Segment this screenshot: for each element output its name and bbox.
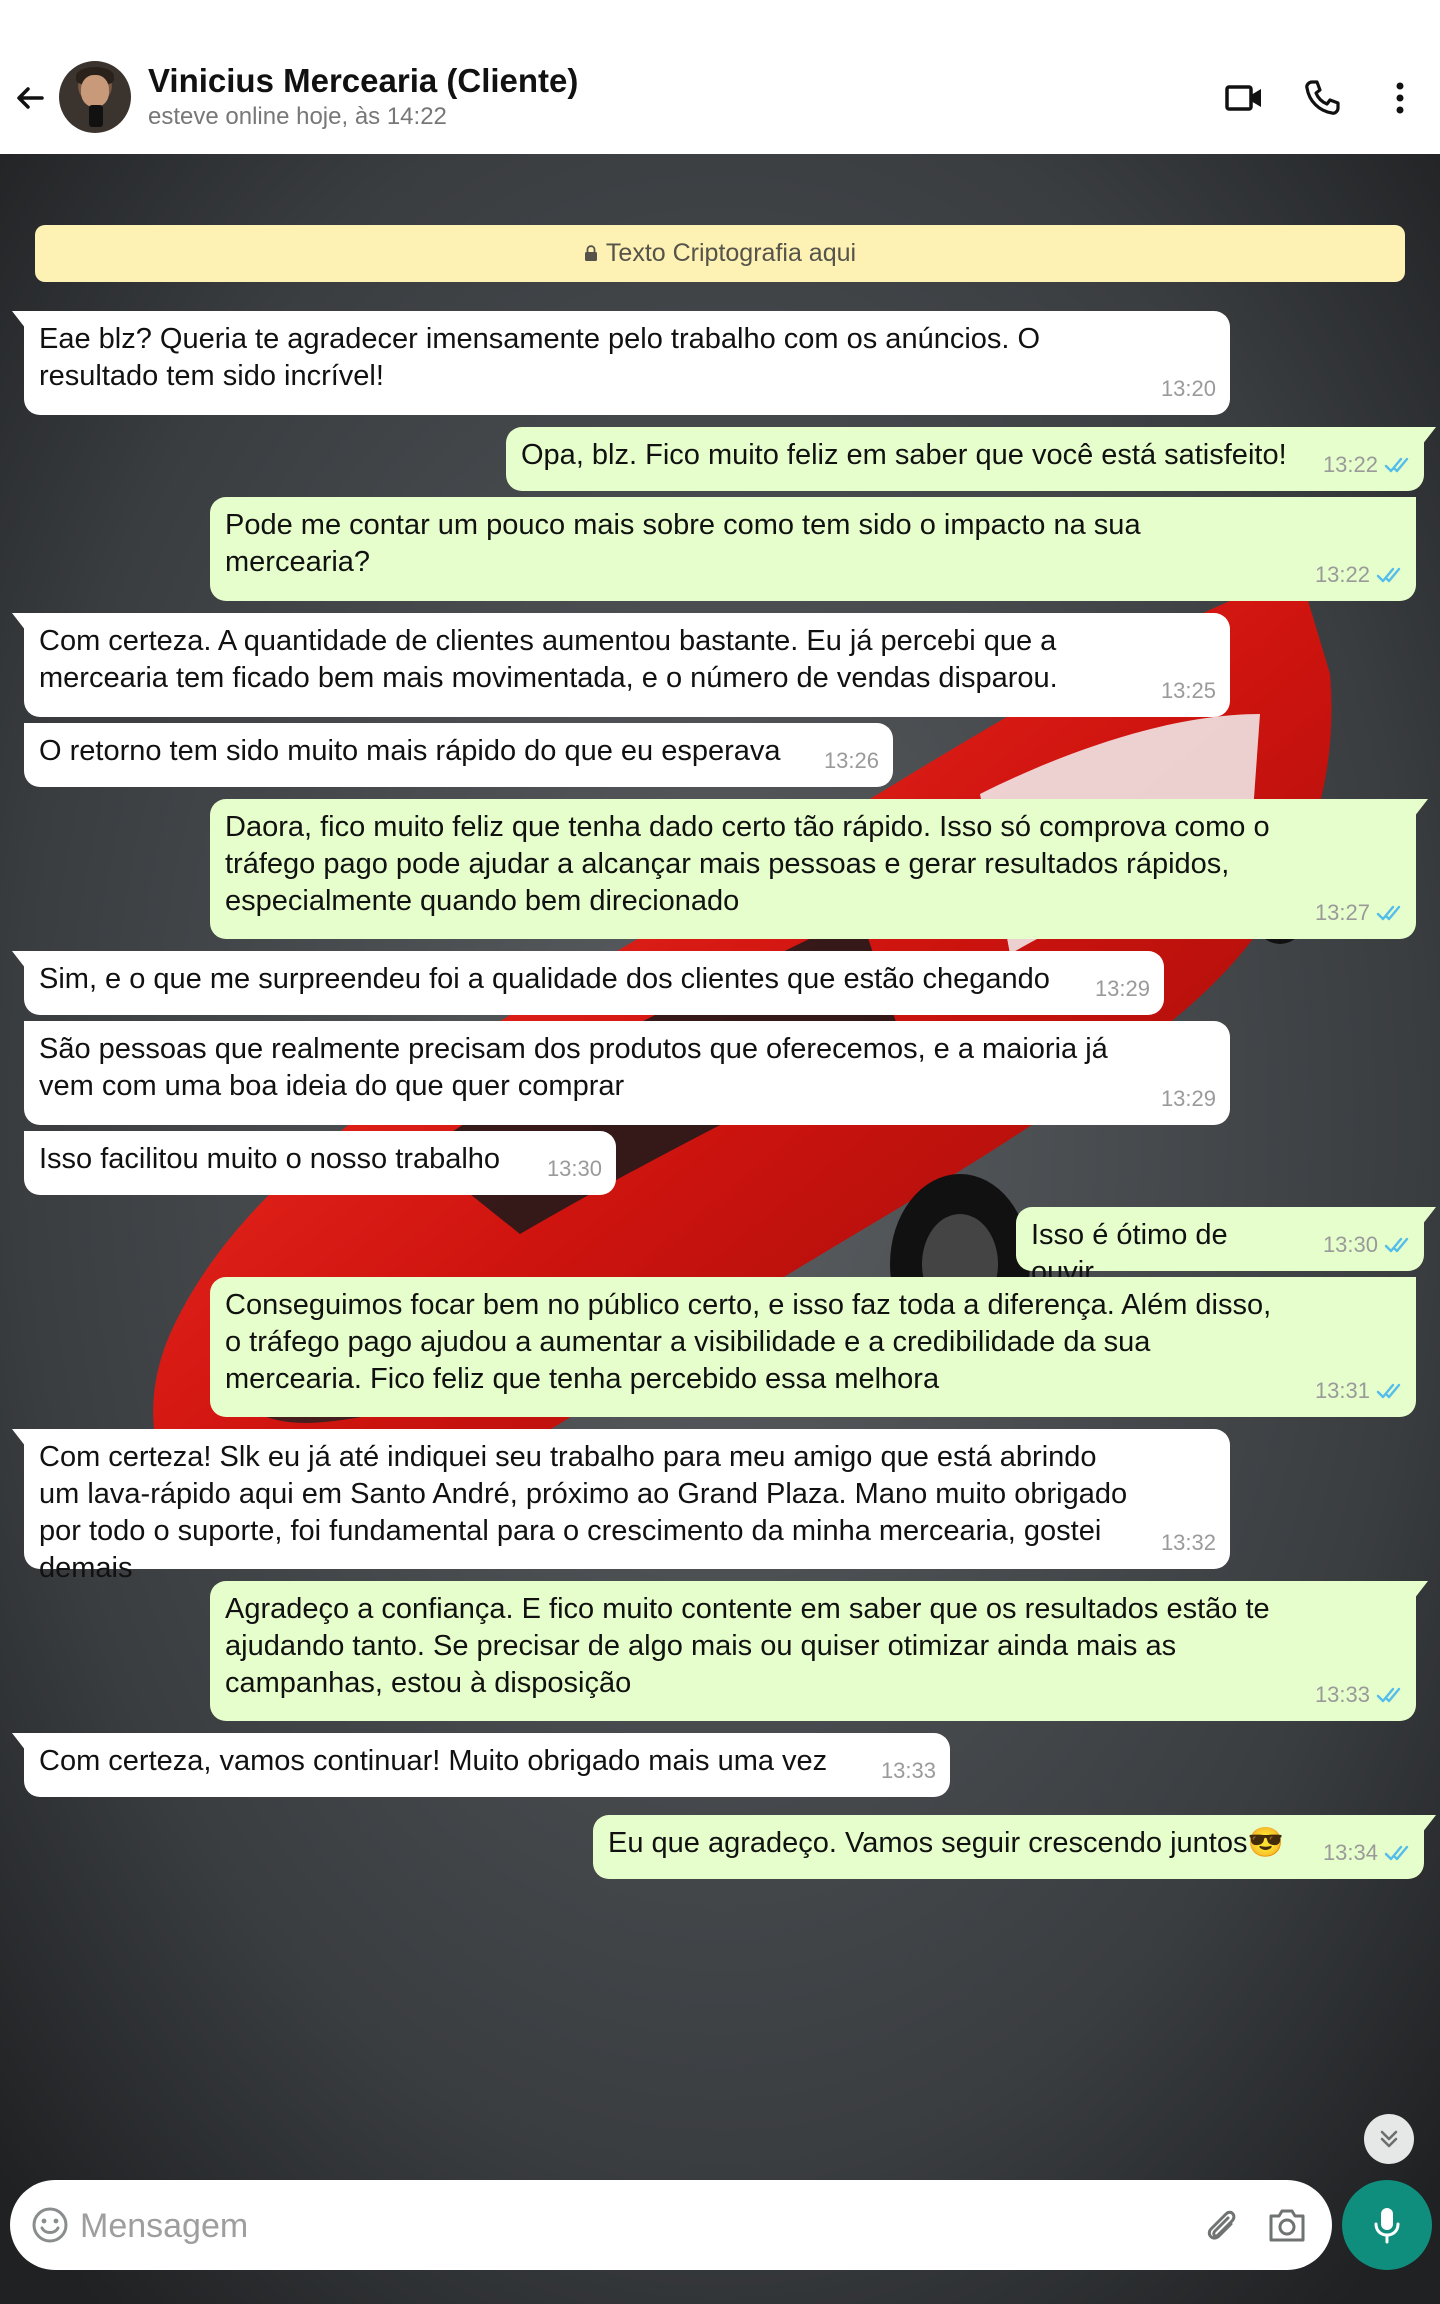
message-time: 13:30 (546, 1156, 602, 1181)
message-incoming[interactable]: Com certeza. A quantidade de clientes au… (12, 613, 1230, 717)
message-text: Conseguimos focar bem no público certo, … (225, 1289, 1272, 1395)
message-incoming[interactable]: O retorno tem sido muito mais rápido do … (24, 723, 893, 787)
message-text: Com certeza, vamos continuar! Muito obri… (39, 1745, 828, 1777)
double-chevron-down-icon (1380, 2130, 1398, 2148)
message-composer (10, 2180, 1332, 2270)
mic-icon (1374, 2208, 1400, 2244)
message-incoming[interactable]: Com certeza! Slk eu já até indiquei seu … (12, 1429, 1230, 1584)
message-text: Com certeza. A quantidade de clientes au… (39, 625, 1058, 694)
video-call-icon[interactable] (1222, 76, 1266, 120)
message-outgoing[interactable]: Pode me contar um pouco mais sobre como … (210, 497, 1416, 601)
message-text: Isso facilitou muito o nosso trabalho (39, 1143, 501, 1175)
message-time: 13:22 (1322, 452, 1378, 477)
message-incoming[interactable]: São pessoas que realmente precisam dos p… (24, 1021, 1230, 1125)
camera-icon[interactable] (1265, 2204, 1309, 2246)
message-text: São pessoas que realmente precisam dos p… (39, 1033, 1108, 1102)
message-text: Sim, e o que me surpreendeu foi a qualid… (39, 963, 1050, 995)
scroll-to-bottom-button[interactable] (1364, 2114, 1414, 2164)
message-time: 13:20 (1160, 376, 1216, 401)
message-text: Com certeza! Slk eu já até indiquei seu … (39, 1441, 1128, 1584)
message-time: 13:22 (1314, 562, 1370, 587)
message-text: Eu que agradeço. Vamos seguir crescendo … (608, 1827, 1284, 1859)
message-time: 13:26 (823, 748, 879, 773)
contact-name[interactable]: Vinicius Mercearia (Cliente) (148, 62, 578, 100)
message-time: 13:33 (1314, 1682, 1370, 1707)
message-incoming[interactable]: Com certeza, vamos continuar! Muito obri… (12, 1733, 950, 1797)
message-input[interactable] (78, 2194, 1162, 2258)
message-text: Pode me contar um pouco mais sobre como … (225, 509, 1141, 578)
contact-avatar[interactable] (59, 61, 131, 133)
message-text: Eae blz? Queria te agradecer imensamente… (39, 323, 1041, 392)
encryption-notice[interactable]: Texto Criptografia aqui (35, 225, 1405, 282)
more-options-icon[interactable] (1378, 76, 1422, 120)
message-incoming[interactable]: Eae blz? Queria te agradecer imensamente… (12, 311, 1230, 415)
read-ticks-icon (1384, 457, 1409, 472)
lock-icon (584, 244, 597, 261)
message-time: 13:33 (880, 1758, 936, 1783)
message-incoming[interactable]: Isso facilitou muito o nosso trabalho 13… (24, 1131, 616, 1195)
message-time: 13:32 (1160, 1530, 1216, 1555)
message-incoming[interactable]: Sim, e o que me surpreendeu foi a qualid… (12, 951, 1164, 1015)
voice-message-button[interactable] (1342, 2180, 1432, 2270)
read-ticks-icon (1376, 1383, 1401, 1398)
chat-area[interactable]: Texto Criptografia aqui Eae blz? Queria … (0, 154, 1440, 2304)
message-time: 13:29 (1160, 1086, 1216, 1111)
message-time: 13:30 (1322, 1232, 1378, 1257)
encryption-notice-text: Texto Criptografia aqui (605, 239, 857, 267)
message-outgoing[interactable]: Opa, blz. Fico muito feliz em saber que … (506, 427, 1436, 491)
message-outgoing[interactable]: Daora, fico muito feliz que tenha dado c… (210, 799, 1428, 939)
message-text: Daora, fico muito feliz que tenha dado c… (225, 811, 1270, 917)
message-text: Opa, blz. Fico muito feliz em saber que … (521, 439, 1287, 471)
attach-icon[interactable] (1200, 2204, 1242, 2246)
message-time: 13:25 (1160, 678, 1216, 703)
message-time: 13:34 (1322, 1840, 1378, 1865)
back-arrow-icon[interactable] (10, 78, 50, 118)
read-ticks-icon (1384, 1237, 1409, 1252)
message-outgoing[interactable]: Eu que agradeço. Vamos seguir crescendo … (593, 1815, 1436, 1879)
message-outgoing[interactable]: Isso é ótimo de ouvir 13:30 (1016, 1207, 1436, 1288)
read-ticks-icon (1376, 1687, 1401, 1702)
chat-header: Vinicius Mercearia (Cliente) esteve onli… (0, 0, 1440, 154)
message-text: O retorno tem sido muito mais rápido do … (39, 735, 781, 767)
read-ticks-icon (1376, 905, 1401, 920)
read-ticks-icon (1376, 567, 1401, 582)
read-ticks-icon (1384, 1845, 1409, 1860)
message-outgoing[interactable]: Conseguimos focar bem no público certo, … (210, 1277, 1416, 1417)
message-time: 13:27 (1314, 900, 1370, 925)
message-text: Agradeço a confiança. E fico muito conte… (225, 1593, 1270, 1699)
emoji-icon[interactable] (30, 2205, 70, 2245)
message-outgoing[interactable]: Agradeço a confiança. E fico muito conte… (210, 1581, 1428, 1721)
contact-last-seen: esteve online hoje, às 14:22 (148, 103, 447, 130)
message-time: 13:29 (1094, 976, 1150, 1001)
message-time: 13:31 (1314, 1378, 1370, 1403)
phone-call-icon[interactable] (1300, 76, 1344, 120)
